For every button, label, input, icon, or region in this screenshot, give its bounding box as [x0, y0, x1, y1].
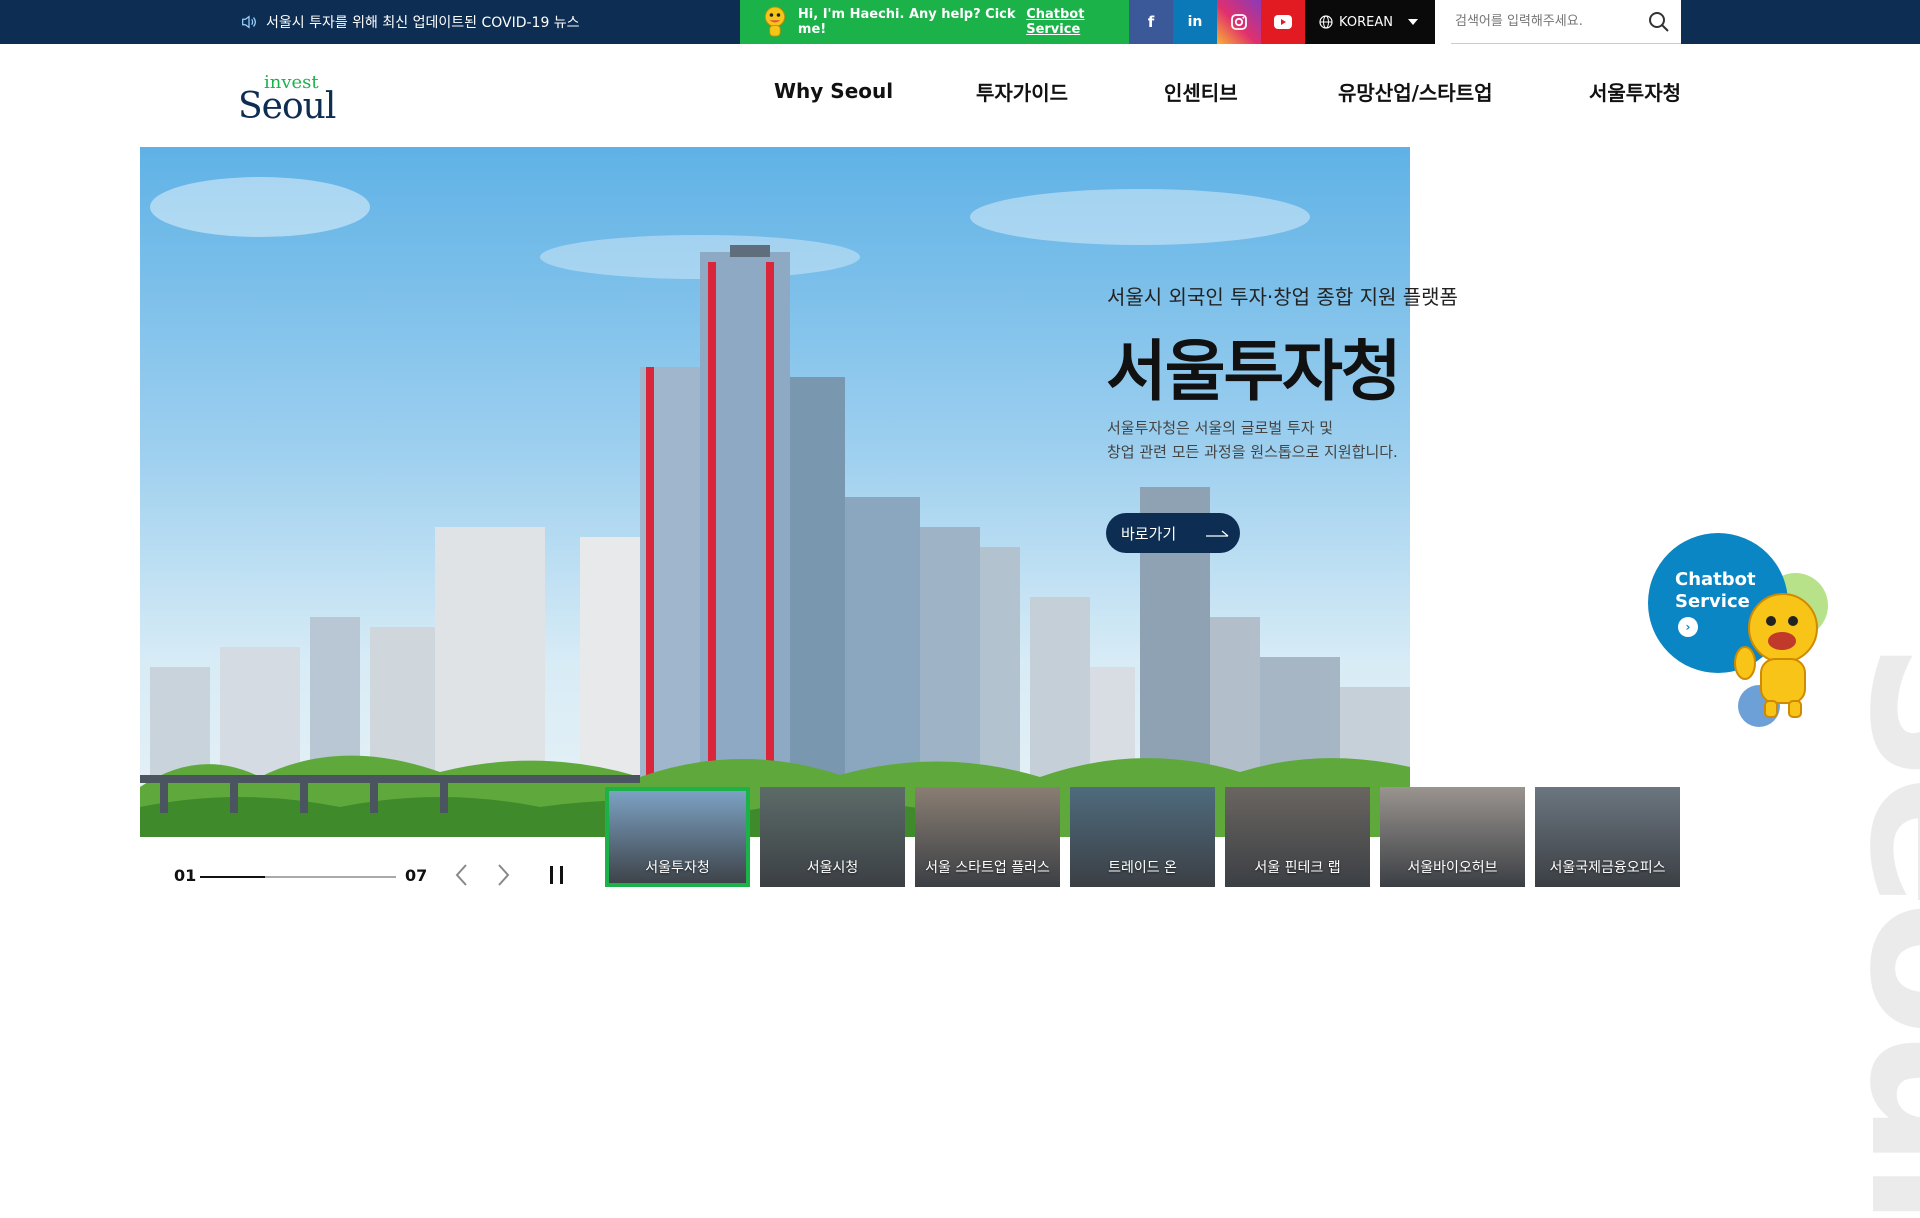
youtube-icon: [1274, 15, 1292, 29]
slide-total: 07: [405, 866, 428, 885]
thumbnail-label: 서울시청: [806, 860, 859, 876]
hero-description: 서울투자청은 서울의 글로벌 투자 및 창업 관련 모든 과정을 원스톱으로 지…: [1107, 416, 1398, 464]
linkedin-link[interactable]: in: [1173, 0, 1217, 44]
hero-banner-image: [140, 147, 1410, 837]
chatbot-service-link[interactable]: Chatbot Service: [1026, 7, 1129, 37]
slide-thumbnail[interactable]: 서울국제금융오피스: [1535, 787, 1680, 887]
search-area: [1435, 0, 1681, 44]
language-label: KOREAN: [1339, 14, 1393, 30]
speaker-icon: [242, 15, 256, 29]
pause-icon[interactable]: [546, 862, 568, 888]
search-icon[interactable]: [1647, 10, 1671, 34]
hero-desc-line-2: 창업 관련 모든 과정을 원스톱으로 지원합니다.: [1107, 443, 1398, 461]
chatbot-greeting: Hi, I'm Haechi. Any help? Cick me!: [797, 7, 1016, 37]
go-button-label: 바로가기: [1121, 524, 1177, 543]
thumbnail-label: 서울바이오허브: [1407, 860, 1498, 876]
go-button[interactable]: 바로가기: [1106, 513, 1240, 553]
search-box: [1451, 0, 1681, 44]
nav-investment-guide[interactable]: 투자가이드: [976, 74, 1068, 108]
slide-progress-fill: [200, 876, 265, 878]
slide-thumbnail[interactable]: 서울 스타트업 플러스: [915, 787, 1060, 887]
instagram-link[interactable]: [1217, 0, 1261, 44]
hero-subtitle: 서울시 외국인 투자·창업 종합 지원 플랫폼: [1107, 285, 1458, 309]
caret-down-icon: [1407, 19, 1418, 25]
facebook-icon: f: [1147, 13, 1155, 31]
haechi-mascot-icon: [1734, 593, 1818, 718]
covid-notice[interactable]: 서울시 투자를 위해 최신 업데이트된 COVID-19 뉴스: [240, 0, 580, 44]
thumbnail-label: 서울투자청: [645, 860, 710, 876]
youtube-link[interactable]: [1261, 0, 1305, 44]
slide-thumbnail[interactable]: 트레이드 온: [1070, 787, 1215, 887]
top-bar: 서울시 투자를 위해 최신 업데이트된 COVID-19 뉴스 Hi, I'm …: [0, 0, 1920, 44]
floating-chatbot-button[interactable]: Chatbot Service ›: [1648, 533, 1838, 733]
thumbnail-label: 서울 핀테크 랩: [1254, 860, 1341, 876]
nav-label: Why Seoul: [774, 79, 894, 103]
arrow-right-icon: [1206, 530, 1229, 537]
thumbnail-label: 서울국제금융오피스: [1549, 860, 1666, 876]
facebook-link[interactable]: f: [1129, 0, 1173, 44]
nav-label: 서울투자청: [1589, 80, 1681, 105]
instagram-icon: [1231, 14, 1247, 30]
nav-promising-industries[interactable]: 유망산업/스타트업: [1338, 74, 1493, 108]
nav-label: 인센티브: [1164, 80, 1238, 105]
chevron-left-icon[interactable]: [451, 862, 473, 888]
nav-label: 투자가이드: [976, 80, 1068, 105]
nav-why-seoul[interactable]: Why Seoul: [774, 74, 893, 108]
haechi-mascot-icon: [764, 6, 786, 37]
linkedin-icon: in: [1187, 14, 1203, 30]
slide-current: 01: [174, 866, 197, 885]
nav-label: 유망산업/스타트업: [1338, 80, 1493, 105]
nav-invest-seoul-agency[interactable]: 서울투자청: [1589, 74, 1681, 108]
hero-desc-line-1: 서울투자청은 서울의 글로벌 투자 및: [1107, 419, 1334, 437]
slide-thumbnail[interactable]: 서울바이오허브: [1380, 787, 1525, 887]
notice-text: 서울시 투자를 위해 최신 업데이트된 COVID-19 뉴스: [266, 15, 580, 31]
decor-watermark-text: Seoul: [1825, 640, 1920, 1218]
chevron-right-icon[interactable]: [492, 862, 514, 888]
slide-thumbnails: 서울투자청 서울시청 서울 스타트업 플러스 트레이드 온 서울 핀테크 랩 서울바이오허…: [605, 787, 1680, 887]
invest-seoul-logo[interactable]: invest Seoul: [238, 70, 338, 127]
slide-progress-track: [200, 876, 396, 878]
slide-thumbnail[interactable]: 서울시청: [760, 787, 905, 887]
slide-thumbnail[interactable]: 서울 핀테크 랩: [1225, 787, 1370, 887]
chatbot-banner[interactable]: Hi, I'm Haechi. Any help? Cick me! Chatb…: [740, 0, 1129, 44]
language-select[interactable]: KOREAN: [1305, 0, 1435, 44]
chevron-right-icon: ›: [1678, 617, 1698, 637]
city-skyline-illustration: [140, 177, 1410, 837]
thumbnail-label: 서울 스타트업 플러스: [925, 860, 1050, 876]
search-input[interactable]: [1451, 1, 1641, 42]
nav-incentives[interactable]: 인센티브: [1164, 74, 1238, 108]
globe-icon: [1319, 15, 1333, 29]
hero-title: 서울투자청: [1106, 333, 1402, 410]
logo-big-text: Seoul: [238, 86, 336, 127]
slide-thumbnail[interactable]: 서울투자청: [605, 787, 750, 887]
thumbnail-label: 트레이드 온: [1108, 860, 1177, 876]
